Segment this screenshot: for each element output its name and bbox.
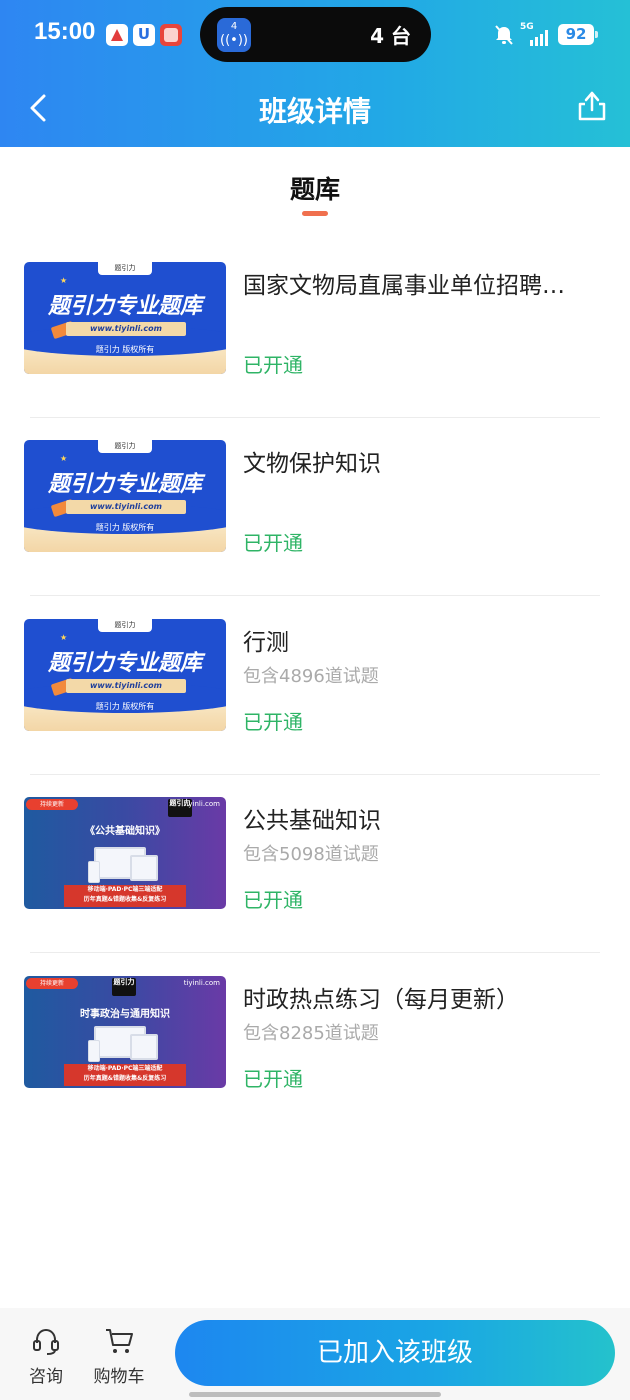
course-question-count: 包含5098道试题 (243, 844, 379, 865)
tablet-icon (130, 855, 158, 881)
page-title: 班级详情 (258, 95, 371, 128)
battery-level: 92 (565, 25, 587, 43)
star-icon: ★ (60, 454, 68, 463)
consult-button[interactable]: 咨询 (16, 1326, 76, 1387)
bottom-action-bar: 咨询 购物车 已加入该班级 (0, 1308, 630, 1400)
thumbnail-heading: 《公共基础知识》 (85, 826, 165, 837)
course-status: 已开通 (243, 531, 303, 555)
star-icon: ★ (60, 633, 68, 642)
thumbnail-logo: 题引力 (98, 262, 152, 275)
joined-class-button[interactable]: 已加入该班级 (175, 1320, 615, 1386)
course-item[interactable]: 持续更新 题引力 tiyinli.com 时事政治与通用知识 移动端·PAD·P… (0, 954, 630, 1132)
course-item[interactable]: 题引力 ★ 题引力专业题库 www.tiyinli.com 题引力 版权所有 国… (0, 240, 630, 418)
thumbnail-url: www.tiyinli.com (66, 679, 186, 693)
dynamic-island[interactable]: 4 ((•)) 4 台 (200, 7, 431, 62)
tablet-icon (130, 1034, 158, 1060)
course-title: 文物保护知识 (243, 451, 381, 477)
course-status: 已开通 (243, 353, 303, 377)
thumbnail-logo: 题引力 (98, 440, 152, 453)
thumbnail-url: www.tiyinli.com (66, 322, 186, 336)
island-badge: 4 (230, 21, 238, 32)
thumbnail-site: tiyinli.com (183, 800, 220, 808)
bell-muted-icon (495, 25, 513, 45)
thumbnail-copyright: 题引力 版权所有 (95, 523, 155, 532)
thumbnail-logo: 题引力 (98, 619, 152, 632)
thumbnail-title: 题引力专业题库 (47, 294, 202, 319)
broadcast-icon: 4 ((•)) (217, 18, 251, 52)
course-title: 行测 (243, 630, 289, 656)
divider (30, 952, 600, 953)
course-thumbnail: 持续更新 题引力 tiyinli.com 《公共基础知识》 移动端·PAD·PC… (24, 797, 226, 909)
notification-app-icon (160, 24, 182, 46)
tab-question-bank[interactable]: 题库 (0, 170, 630, 206)
course-status: 已开通 (243, 710, 303, 734)
update-badge: 持续更新 (26, 799, 78, 810)
thumbnail-feature-band: 移动端·PAD·PC端三端适配 历年真题&错题收集&反复练习 (64, 885, 186, 907)
update-badge: 持续更新 (26, 978, 78, 989)
headset-icon (33, 1328, 59, 1355)
home-indicator[interactable] (189, 1392, 441, 1397)
course-question-count: 包含8285道试题 (243, 1023, 379, 1044)
tab-active-indicator (302, 211, 328, 216)
thumbnail-url: www.tiyinli.com (66, 500, 186, 514)
signal-wave-icon: ((•)) (220, 33, 248, 48)
phone-icon (88, 861, 100, 883)
cart-label: 购物车 (93, 1367, 145, 1387)
divider (30, 595, 600, 596)
course-status: 已开通 (243, 888, 303, 912)
course-thumbnail: 题引力 ★ 题引力专业题库 www.tiyinli.com 题引力 版权所有 (24, 262, 226, 374)
course-thumbnail: 持续更新 题引力 tiyinli.com 时事政治与通用知识 移动端·PAD·P… (24, 976, 226, 1088)
course-title: 国家文物局直属事业单位招聘… (243, 273, 565, 299)
brand-logo: 题引力 (112, 978, 136, 996)
cart-button[interactable]: 购物车 (88, 1326, 150, 1387)
thumbnail-copyright: 题引力 版权所有 (95, 345, 155, 354)
feature-line: 移动端·PAD·PC端三端适配 (87, 886, 163, 893)
thumbnail-site: tiyinli.com (183, 979, 220, 987)
course-item[interactable]: 题引力 ★ 题引力专业题库 www.tiyinli.com 题引力 版权所有 行… (0, 597, 630, 775)
feature-line: 历年真题&错题收集&反复练习 (83, 1075, 167, 1082)
notification-app-icon (133, 24, 155, 46)
notification-app-icon (106, 24, 128, 46)
course-title: 时政热点练习（每月更新） (243, 987, 519, 1013)
feature-line: 移动端·PAD·PC端三端适配 (87, 1065, 163, 1072)
status-bar: 15:00 4 ((•)) 4 台 5G 92 (0, 0, 630, 70)
star-icon: ★ (60, 276, 68, 285)
shopping-cart-icon (106, 1329, 133, 1353)
course-item[interactable]: 题引力 ★ 题引力专业题库 www.tiyinli.com 题引力 版权所有 文… (0, 418, 630, 596)
thumbnail-title: 题引力专业题库 (47, 651, 202, 676)
course-thumbnail: 题引力 ★ 题引力专业题库 www.tiyinli.com 题引力 版权所有 (24, 619, 226, 731)
header: 15:00 4 ((•)) 4 台 5G 92 (0, 0, 630, 147)
navigation-bar: 班级详情 (0, 74, 630, 140)
feature-line: 历年真题&错题收集&反复练习 (83, 896, 167, 903)
thumbnail-title: 题引力专业题库 (47, 472, 202, 497)
course-thumbnail: 题引力 ★ 题引力专业题库 www.tiyinli.com 题引力 版权所有 (24, 440, 226, 552)
consult-label: 咨询 (29, 1367, 63, 1387)
thumbnail-feature-band: 移动端·PAD·PC端三端适配 历年真题&错题收集&反复练习 (64, 1064, 186, 1086)
phone-icon (88, 1040, 100, 1062)
course-question-count: 包含4896道试题 (243, 666, 379, 687)
battery-icon: 92 (558, 24, 598, 45)
share-icon[interactable] (572, 86, 612, 126)
thumbnail-copyright: 题引力 版权所有 (95, 702, 155, 711)
cellular-signal-icon: 5G (520, 22, 552, 46)
course-status: 已开通 (243, 1067, 303, 1091)
thumbnail-heading: 时事政治与通用知识 (80, 1009, 170, 1020)
island-text: 4 台 (370, 24, 411, 48)
course-item[interactable]: 持续更新 题引力 tiyinli.com 《公共基础知识》 移动端·PAD·PC… (0, 775, 630, 953)
course-title: 公共基础知识 (243, 808, 381, 834)
status-time: 15:00 (34, 18, 96, 45)
